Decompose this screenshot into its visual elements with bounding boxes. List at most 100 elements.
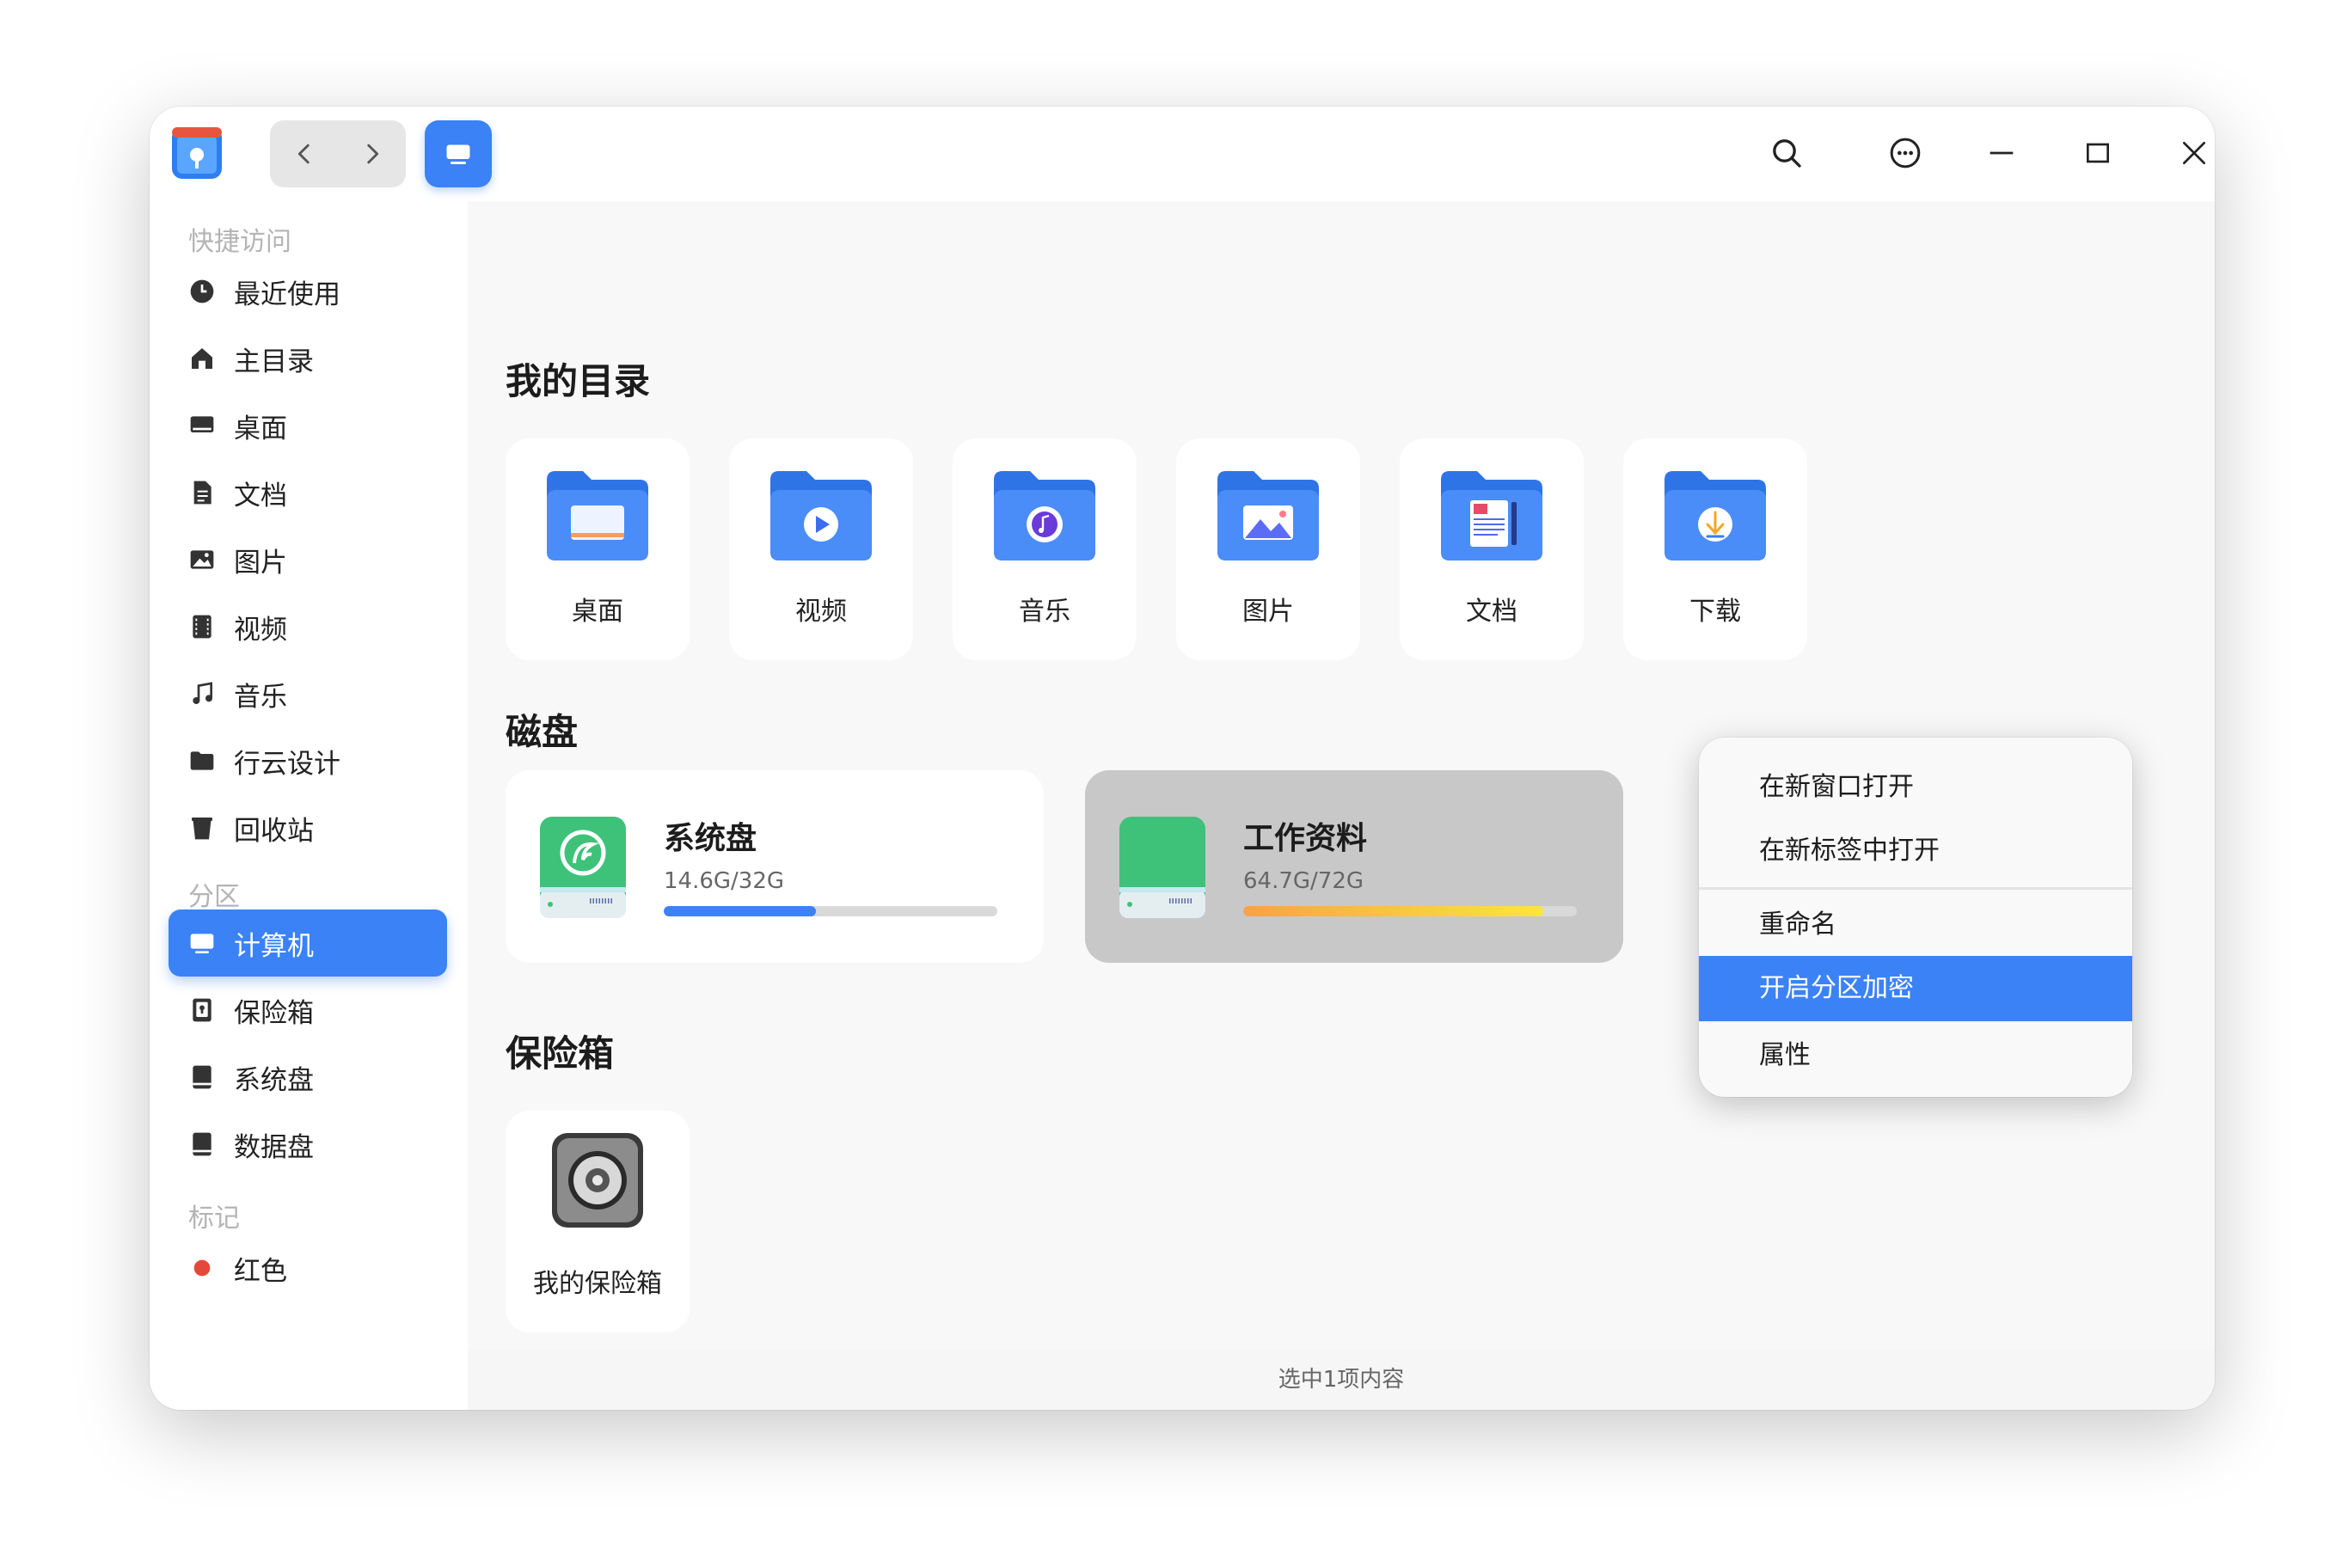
sidebar-item-label: 图片 — [234, 547, 287, 579]
sidebar-item-label: 音乐 — [234, 681, 287, 713]
menu-item-open-new-tab[interactable]: 在新标签中打开 — [1699, 818, 2132, 884]
computer-view-button[interactable] — [425, 120, 492, 187]
disk-usage-fill — [1243, 906, 1544, 916]
maximize-button[interactable] — [2072, 127, 2124, 179]
sidebar-item-music[interactable]: 音乐 — [169, 660, 447, 727]
menu-item-open-new-window[interactable]: 在新窗口打开 — [1699, 755, 2132, 820]
disk-card-system[interactable]: 系统盘 14.6G/32G — [506, 770, 1044, 963]
documents-folder-icon — [1441, 471, 1542, 560]
drive-icon — [187, 1063, 217, 1092]
disk-card-work-data[interactable]: 工作资料 64.7G/72G — [1085, 770, 1623, 963]
sidebar-item-label: 红色 — [234, 1255, 287, 1287]
nav-buttons — [270, 120, 406, 187]
chevron-right-icon — [366, 144, 378, 164]
sidebar: 快捷访问 最近使用 主目录 桌面 文档 图片 视频 音乐 行云设计 回收站 分区… — [150, 201, 468, 1410]
main-menu-button[interactable] — [1879, 127, 1931, 179]
trash-icon — [187, 813, 217, 842]
folder-desktop[interactable]: 桌面 — [506, 438, 690, 660]
music-folder-icon — [994, 471, 1095, 560]
forward-button[interactable] — [338, 120, 406, 187]
sidebar-item-data-disk[interactable]: 数据盘 — [169, 1111, 447, 1178]
folder-icon — [187, 746, 217, 775]
close-icon — [2183, 142, 2205, 164]
maximize-icon — [2087, 143, 2109, 163]
folder-label: 桌面 — [572, 597, 623, 627]
folder-label: 图片 — [1242, 597, 1294, 627]
sidebar-item-label: 桌面 — [234, 413, 287, 444]
sidebar-item-videos[interactable]: 视频 — [169, 593, 447, 660]
sidebar-item-label: 文档 — [234, 480, 287, 511]
disks-title: 磁盘 — [506, 711, 579, 753]
disk-name: 系统盘 — [664, 821, 757, 856]
menu-item-properties[interactable]: 属性 — [1699, 1023, 2132, 1088]
folder-label: 音乐 — [1019, 597, 1070, 627]
disk-usage-fill — [664, 906, 816, 916]
close-button[interactable] — [2168, 127, 2215, 179]
folder-downloads[interactable]: 下载 — [1623, 438, 1807, 660]
image-icon — [187, 545, 217, 574]
file-manager-icon[interactable] — [170, 124, 224, 181]
folder-documents[interactable]: 文档 — [1400, 438, 1584, 660]
context-menu: 在新窗口打开 在新标签中打开 重命名 开启分区加密 属性 — [1699, 738, 2132, 1097]
my-directories-title: 我的目录 — [506, 360, 651, 402]
sidebar-item-documents[interactable]: 文档 — [169, 459, 447, 526]
disk-usage-bar — [1243, 906, 1577, 916]
video-folder-icon — [770, 471, 872, 560]
section-tags: 标记 — [188, 1204, 240, 1234]
folder-music[interactable]: 音乐 — [953, 438, 1137, 660]
search-icon — [1773, 139, 1801, 168]
folder-label: 下载 — [1689, 597, 1741, 627]
sidebar-item-label: 最近使用 — [234, 279, 340, 310]
minimize-button[interactable] — [1976, 127, 2027, 179]
music-icon — [187, 679, 217, 708]
sidebar-item-tag-red[interactable]: 红色 — [169, 1234, 447, 1302]
computer-icon — [187, 928, 217, 958]
disk-size: 14.6G/32G — [664, 868, 785, 894]
sidebar-item-home[interactable]: 主目录 — [169, 325, 447, 392]
red-tag-dot — [187, 1253, 217, 1283]
sidebar-item-label: 回收站 — [234, 815, 314, 847]
vault-title: 保险箱 — [506, 1032, 615, 1075]
sidebar-item-label: 视频 — [234, 614, 287, 646]
document-icon — [187, 478, 217, 507]
system-drive-icon — [540, 817, 626, 918]
file-manager-window: 快捷访问 最近使用 主目录 桌面 文档 图片 视频 音乐 行云设计 回收站 分区… — [150, 107, 2215, 1410]
menu-separator — [1699, 887, 2132, 890]
folder-videos[interactable]: 视频 — [729, 438, 913, 660]
sidebar-item-pictures[interactable]: 图片 — [169, 526, 447, 593]
drive-icon — [187, 1130, 217, 1159]
downloads-folder-icon — [1665, 471, 1766, 560]
folder-label: 文档 — [1466, 597, 1517, 627]
sidebar-item-label: 主目录 — [234, 346, 314, 377]
more-icon — [1890, 138, 1921, 168]
desktop-folder-icon — [547, 471, 648, 560]
section-quick-access: 快捷访问 — [188, 227, 291, 257]
disk-name: 工作资料 — [1243, 821, 1368, 856]
sidebar-item-system-disk[interactable]: 系统盘 — [169, 1044, 447, 1111]
sidebar-item-vault[interactable]: 保险箱 — [169, 977, 447, 1044]
sidebar-item-label: 计算机 — [234, 930, 314, 962]
chevron-left-icon — [297, 144, 310, 164]
vault-icon — [187, 995, 217, 1025]
sidebar-item-desktop[interactable]: 桌面 — [169, 392, 447, 459]
home-icon — [187, 344, 217, 373]
vault-label: 我的保险箱 — [533, 1269, 662, 1299]
sidebar-item-xingyun[interactable]: 行云设计 — [169, 727, 447, 794]
sidebar-item-label: 数据盘 — [234, 1131, 314, 1163]
sidebar-item-trash[interactable]: 回收站 — [169, 794, 447, 861]
folder-pictures[interactable]: 图片 — [1176, 438, 1360, 660]
clock-icon — [187, 277, 217, 306]
vault-card[interactable]: 我的保险箱 — [506, 1111, 690, 1332]
desktop-icon — [187, 411, 217, 440]
menu-item-rename[interactable]: 重命名 — [1699, 892, 2132, 958]
back-button[interactable] — [270, 120, 338, 187]
minimize-icon — [1989, 151, 2014, 155]
pictures-folder-icon — [1217, 471, 1319, 560]
search-button[interactable] — [1761, 127, 1812, 179]
sidebar-item-computer[interactable]: 计算机 — [169, 910, 447, 977]
disk-size: 64.7G/72G — [1243, 868, 1364, 894]
sidebar-item-label: 系统盘 — [234, 1064, 314, 1096]
sidebar-item-label: 保险箱 — [234, 997, 314, 1029]
menu-item-enable-encryption[interactable]: 开启分区加密 — [1699, 956, 2132, 1021]
sidebar-item-recent[interactable]: 最近使用 — [169, 258, 447, 325]
